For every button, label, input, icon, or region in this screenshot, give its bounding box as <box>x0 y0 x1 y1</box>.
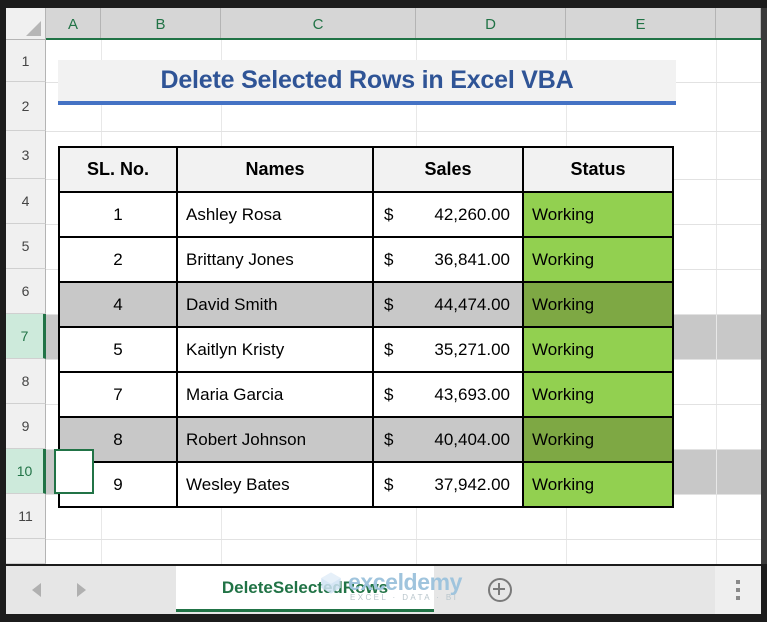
column-header-sl-no[interactable]: SL. No. <box>58 146 178 193</box>
select-all-corner[interactable] <box>6 8 46 40</box>
dot-3 <box>736 596 740 600</box>
cell-sl-no[interactable]: 5 <box>58 326 178 373</box>
sheet-nav-arrows <box>32 578 142 602</box>
column-header-f[interactable] <box>716 8 761 40</box>
dot-1 <box>736 580 740 584</box>
column-header-sales[interactable]: Sales <box>372 146 524 193</box>
cell-status[interactable]: Working <box>522 191 674 238</box>
more-options-button[interactable] <box>715 566 761 614</box>
select-all-triangle-icon <box>26 21 41 36</box>
currency-symbol: $ <box>384 294 394 314</box>
page-title: Delete Selected Rows in Excel VBA <box>160 66 574 94</box>
cell-name[interactable]: Kaitlyn Kristy <box>176 326 374 373</box>
currency-symbol: $ <box>384 339 394 359</box>
row-header-2[interactable]: 2 <box>6 82 46 131</box>
table-row[interactable]: 9 Wesley Bates $ 37,942.00 Working <box>58 461 674 508</box>
cell-sales[interactable]: $ 35,271.00 <box>372 326 524 373</box>
row-header-12[interactable] <box>6 539 46 564</box>
currency-symbol: $ <box>384 384 394 404</box>
sales-amount: 37,942.00 <box>434 474 510 494</box>
cell-name[interactable]: Wesley Bates <box>176 461 374 508</box>
cell-sales[interactable]: $ 43,693.00 <box>372 371 524 418</box>
column-header-d[interactable]: D <box>416 8 566 40</box>
plus-circle-icon <box>488 578 512 602</box>
column-header-status[interactable]: Status <box>522 146 674 193</box>
cell-name[interactable]: Ashley Rosa <box>176 191 374 238</box>
column-header-underline <box>46 38 761 40</box>
cell-name[interactable]: Brittany Jones <box>176 236 374 283</box>
currency-symbol: $ <box>384 429 394 449</box>
cell-sales[interactable]: $ 36,841.00 <box>372 236 524 283</box>
cell-name[interactable]: David Smith <box>176 281 374 328</box>
row-header-3[interactable]: 3 <box>6 131 46 179</box>
row-header-7[interactable]: 7 <box>6 314 46 359</box>
currency-symbol: $ <box>384 249 394 269</box>
row-header-10[interactable]: 10 <box>6 449 46 494</box>
cell-sales[interactable]: $ 44,474.00 <box>372 281 524 328</box>
cell-sl-no[interactable]: 1 <box>58 191 178 238</box>
worksheet-grid[interactable]: Delete Selected Rows in Excel VBA SL. No… <box>6 8 761 564</box>
cell-status[interactable]: Working <box>522 416 674 463</box>
column-header-b[interactable]: B <box>101 8 221 40</box>
cell-sl-no[interactable]: 7 <box>58 371 178 418</box>
column-header-names[interactable]: Names <box>176 146 374 193</box>
grid-row-line-11 <box>46 539 761 540</box>
cell-status[interactable]: Working <box>522 371 674 418</box>
vertical-scrollbar[interactable] <box>761 8 767 564</box>
row-header-4[interactable]: 4 <box>6 179 46 224</box>
data-table[interactable]: SL. No. Names Sales Status 1 Ashley Rosa… <box>58 146 674 508</box>
sheet-title-banner: Delete Selected Rows in Excel VBA <box>58 60 676 105</box>
sales-amount: 40,404.00 <box>434 429 510 449</box>
table-row[interactable]: 7 Maria Garcia $ 43,693.00 Working <box>58 371 674 418</box>
table-row[interactable]: 8 Robert Johnson $ 40,404.00 Working <box>58 416 674 463</box>
cell-sales[interactable]: $ 40,404.00 <box>372 416 524 463</box>
more-options-icon <box>736 580 740 600</box>
cell-sales[interactable]: $ 42,260.00 <box>372 191 524 238</box>
sales-amount: 44,474.00 <box>434 294 510 314</box>
sales-amount: 35,271.00 <box>434 339 510 359</box>
row-header-5[interactable]: 5 <box>6 224 46 269</box>
cell-status[interactable]: Working <box>522 461 674 508</box>
row-header-8[interactable]: 8 <box>6 359 46 404</box>
row-header-6[interactable]: 6 <box>6 269 46 314</box>
table-row[interactable]: 4 David Smith $ 44,474.00 Working <box>58 281 674 328</box>
sheet-tab-deleteselectedrows[interactable]: DeleteSelectedRows <box>176 566 434 612</box>
sales-amount: 36,841.00 <box>434 249 510 269</box>
table-row[interactable]: 5 Kaitlyn Kristy $ 35,271.00 Working <box>58 326 674 373</box>
sheet-tab-label: DeleteSelectedRows <box>221 577 389 597</box>
cell-name[interactable]: Robert Johnson <box>176 416 374 463</box>
column-header-a[interactable]: A <box>46 8 101 40</box>
dot-2 <box>736 588 740 592</box>
table-row[interactable]: 1 Ashley Rosa $ 42,260.00 Working <box>58 191 674 238</box>
column-header-c[interactable]: C <box>221 8 416 40</box>
table-header-row: SL. No. Names Sales Status <box>58 146 674 193</box>
sales-amount: 42,260.00 <box>434 204 510 224</box>
currency-symbol: $ <box>384 474 394 494</box>
plus-vertical-bar <box>498 583 500 595</box>
cell-sl-no[interactable]: 4 <box>58 281 178 328</box>
grid-col-line-e <box>716 40 717 564</box>
sales-amount: 43,693.00 <box>434 384 510 404</box>
arrow-left-icon[interactable] <box>32 583 41 597</box>
add-sheet-button[interactable] <box>488 578 512 602</box>
row-header-9[interactable]: 9 <box>6 404 46 449</box>
sheet-tab-bar: DeleteSelectedRows <box>6 566 761 614</box>
cell-status[interactable]: Working <box>522 326 674 373</box>
arrow-right-icon[interactable] <box>77 583 86 597</box>
currency-symbol: $ <box>384 204 394 224</box>
table-body: 1 Ashley Rosa $ 42,260.00 Working 2 Brit… <box>58 191 674 508</box>
cell-status[interactable]: Working <box>522 281 674 328</box>
active-cell-a10[interactable] <box>54 449 94 494</box>
cell-sl-no[interactable]: 2 <box>58 236 178 283</box>
cell-name[interactable]: Maria Garcia <box>176 371 374 418</box>
table-row[interactable]: 2 Brittany Jones $ 36,841.00 Working <box>58 236 674 283</box>
excel-window: Delete Selected Rows in Excel VBA SL. No… <box>0 0 767 622</box>
cell-sales[interactable]: $ 37,942.00 <box>372 461 524 508</box>
row-header-1[interactable]: 1 <box>6 40 46 82</box>
grid-row-line-2 <box>46 131 761 132</box>
row-header-11[interactable]: 11 <box>6 494 46 539</box>
cell-status[interactable]: Working <box>522 236 674 283</box>
column-header-e[interactable]: E <box>566 8 716 40</box>
